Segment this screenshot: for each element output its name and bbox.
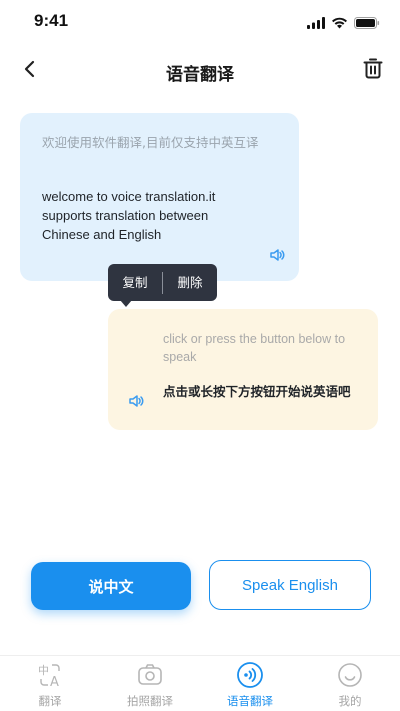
text-translate-icon: 中 A bbox=[36, 661, 64, 689]
page-title: 语音翻译 bbox=[166, 65, 234, 85]
tab-voice-translate[interactable]: 语音翻译 bbox=[200, 656, 300, 711]
battery-icon bbox=[354, 14, 380, 33]
tab-profile[interactable]: 我的 bbox=[300, 656, 400, 711]
message-translated-text: welcome to voice translation.it supports… bbox=[42, 189, 216, 242]
context-menu: 复制 删除 bbox=[108, 264, 217, 307]
speaker-icon[interactable] bbox=[128, 393, 144, 407]
message-main-text: 点击或长按下方按钮开始说英语吧 bbox=[163, 384, 351, 399]
tab-translate[interactable]: 中 A 翻译 bbox=[0, 656, 100, 711]
nav-bar: 语音翻译 bbox=[0, 44, 400, 98]
message-source-text: 欢迎使用软件翻译,目前仅支持中英互译 bbox=[42, 135, 259, 150]
status-time: 9:41 bbox=[34, 11, 69, 30]
svg-text:A: A bbox=[50, 675, 59, 688]
status-bar: 9:41 bbox=[0, 0, 400, 44]
svg-text:中: 中 bbox=[38, 664, 49, 677]
copy-menu-item[interactable]: 复制 bbox=[108, 264, 162, 301]
tab-label: 翻译 bbox=[38, 694, 62, 708]
tab-label: 拍照翻译 bbox=[127, 694, 173, 708]
status-icons bbox=[307, 14, 380, 33]
smiley-face-icon bbox=[336, 661, 364, 689]
message-bubble-incoming[interactable]: 欢迎使用软件翻译,目前仅支持中英互译 welcome to voice tran… bbox=[20, 113, 299, 281]
voice-wave-icon bbox=[236, 661, 264, 689]
tab-label: 我的 bbox=[338, 694, 362, 708]
delete-menu-item[interactable]: 删除 bbox=[163, 264, 217, 301]
trash-icon bbox=[363, 57, 383, 83]
bottom-tab-bar: 中 A 翻译 拍照翻译 语音翻译 我的 bbox=[0, 655, 400, 711]
wifi-icon bbox=[331, 14, 348, 33]
camera-icon bbox=[136, 661, 164, 689]
menu-pointer-arrow bbox=[120, 300, 132, 307]
speak-english-button[interactable]: Speak English bbox=[209, 560, 371, 610]
message-bubble-outgoing[interactable]: click or press the button below to speak… bbox=[108, 309, 378, 430]
tab-photo-translate[interactable]: 拍照翻译 bbox=[100, 656, 200, 711]
tab-label: 语音翻译 bbox=[227, 694, 273, 708]
cellular-signal-icon bbox=[307, 14, 325, 33]
message-hint-text: click or press the button below to speak bbox=[163, 332, 346, 364]
delete-button[interactable] bbox=[360, 56, 386, 84]
speaker-icon[interactable] bbox=[269, 247, 285, 261]
speak-chinese-button[interactable]: 说中文 bbox=[31, 562, 191, 610]
